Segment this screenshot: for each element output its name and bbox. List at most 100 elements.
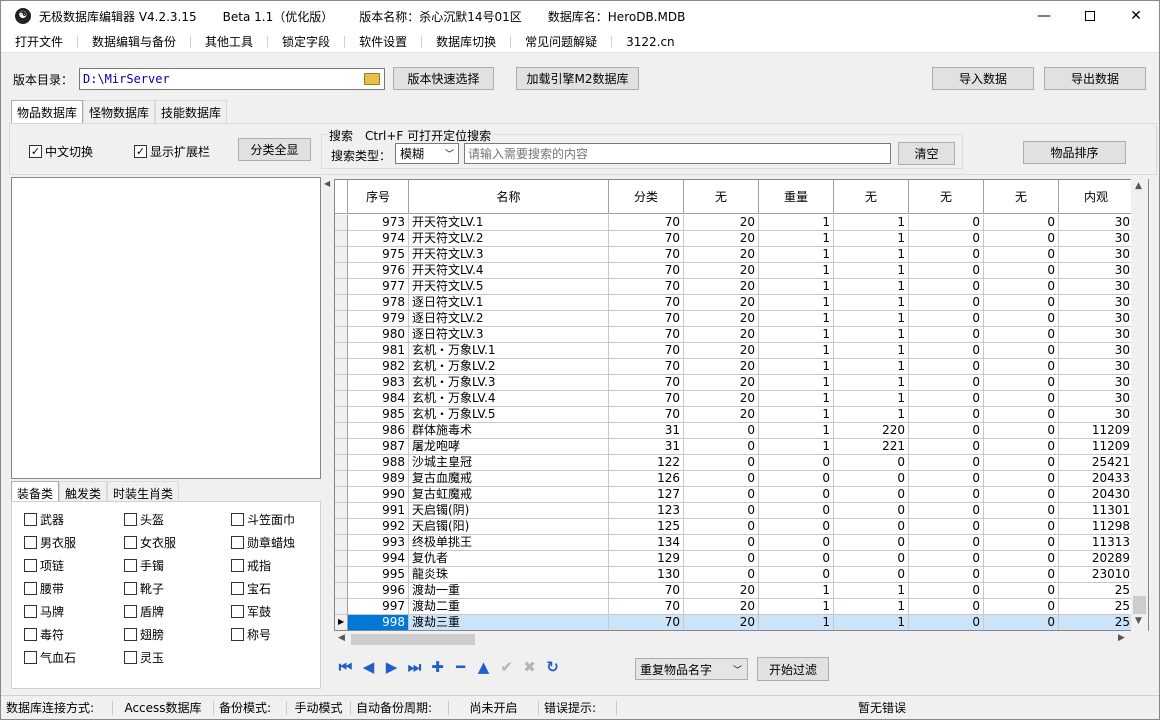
table-cell[interactable]: 31: [609, 439, 684, 455]
search-type-select[interactable]: 模糊 ﹀: [395, 143, 459, 164]
column-header[interactable]: 名称: [409, 180, 609, 214]
table-row[interactable]: 995 龍炎珠 130 0 0 0 0 0 23010: [348, 567, 1134, 583]
table-cell[interactable]: 11298: [1059, 519, 1134, 535]
table-cell[interactable]: 122: [609, 455, 684, 471]
cancel-record-button[interactable]: ✖: [518, 655, 541, 679]
table-cell[interactable]: 1: [759, 359, 834, 375]
table-cell[interactable]: 1: [834, 343, 909, 359]
table-cell[interactable]: 0: [984, 247, 1059, 263]
table-cell[interactable]: 0: [984, 327, 1059, 343]
table-cell[interactable]: 20: [684, 615, 759, 630]
table-row[interactable]: 974 开天符文LV.2 70 20 1 1 0 0 30: [348, 231, 1134, 247]
edit-record-button[interactable]: ▲: [472, 655, 495, 679]
table-cell[interactable]: 0: [909, 551, 984, 567]
table-cell[interactable]: 70: [609, 359, 684, 375]
table-cell[interactable]: 0: [909, 487, 984, 503]
table-cell[interactable]: 989: [348, 471, 409, 487]
table-cell[interactable]: 977: [348, 279, 409, 295]
show-all-categories-button[interactable]: 分类全显: [238, 138, 311, 161]
table-cell[interactable]: 龍炎珠: [409, 567, 609, 583]
import-button[interactable]: 导入数据: [932, 67, 1034, 90]
table-cell[interactable]: 逐日符文LV.3: [409, 327, 609, 343]
column-header[interactable]: 序号: [348, 180, 409, 214]
table-cell[interactable]: 20: [684, 295, 759, 311]
table-row[interactable]: 993 终极单挑王 134 0 0 0 0 0 11313: [348, 535, 1134, 551]
table-cell[interactable]: 玄机・万象LV.5: [409, 407, 609, 423]
table-row[interactable]: 988 沙城主皇冠 122 0 0 0 0 0 25421: [348, 455, 1134, 471]
table-cell[interactable]: 221: [834, 439, 909, 455]
row-selector[interactable]: [335, 391, 348, 407]
table-cell[interactable]: 0: [759, 455, 834, 471]
category-checkbox[interactable]: 勋章蜡烛: [231, 534, 295, 551]
row-selector[interactable]: [335, 535, 348, 551]
table-cell[interactable]: 0: [984, 359, 1059, 375]
table-cell[interactable]: 25: [1059, 599, 1134, 615]
table-cell[interactable]: 31: [609, 423, 684, 439]
table-cell[interactable]: 0: [909, 423, 984, 439]
start-filter-button[interactable]: 开始过滤: [757, 657, 829, 681]
maximize-button[interactable]: [1067, 1, 1113, 31]
table-cell[interactable]: 220: [834, 423, 909, 439]
table-cell[interactable]: 996: [348, 583, 409, 599]
table-cell[interactable]: 0: [984, 567, 1059, 583]
row-selector[interactable]: [335, 567, 348, 583]
table-cell[interactable]: 978: [348, 295, 409, 311]
table-cell[interactable]: 20: [684, 583, 759, 599]
table-cell[interactable]: 0: [909, 231, 984, 247]
table-cell[interactable]: 1: [759, 279, 834, 295]
table-cell[interactable]: 0: [909, 535, 984, 551]
table-row[interactable]: 985 玄机・万象LV.5 70 20 1 1 0 0 30: [348, 407, 1134, 423]
table-cell[interactable]: 0: [909, 455, 984, 471]
table-cell[interactable]: 980: [348, 327, 409, 343]
table-cell[interactable]: 0: [984, 551, 1059, 567]
table-cell[interactable]: 70: [609, 407, 684, 423]
table-cell[interactable]: 0: [984, 391, 1059, 407]
table-cell[interactable]: 1: [759, 599, 834, 615]
table-cell[interactable]: 1: [834, 311, 909, 327]
table-cell[interactable]: 0: [984, 263, 1059, 279]
row-selector[interactable]: [335, 407, 348, 423]
export-button[interactable]: 导出数据: [1044, 67, 1146, 90]
table-cell[interactable]: 30: [1059, 231, 1134, 247]
table-cell[interactable]: 0: [834, 471, 909, 487]
table-cell[interactable]: 70: [609, 295, 684, 311]
clear-button[interactable]: 清空: [898, 142, 955, 165]
table-cell[interactable]: 1: [759, 391, 834, 407]
table-cell[interactable]: 开天符文LV.3: [409, 247, 609, 263]
table-cell[interactable]: 1: [834, 215, 909, 231]
row-selector[interactable]: [335, 215, 348, 231]
table-cell[interactable]: 0: [909, 567, 984, 583]
row-selector[interactable]: [335, 423, 348, 439]
table-cell[interactable]: 976: [348, 263, 409, 279]
minimize-button[interactable]: —: [1021, 1, 1067, 31]
table-cell[interactable]: 0: [684, 487, 759, 503]
table-cell[interactable]: 30: [1059, 311, 1134, 327]
table-cell[interactable]: 0: [759, 567, 834, 583]
table-cell[interactable]: 1: [834, 231, 909, 247]
table-cell[interactable]: 975: [348, 247, 409, 263]
row-selector[interactable]: [335, 247, 348, 263]
table-cell[interactable]: 1: [759, 407, 834, 423]
table-row[interactable]: 979 逐日符文LV.2 70 20 1 1 0 0 30: [348, 311, 1134, 327]
duplicate-filter-select[interactable]: 重复物品名字 ﹀: [635, 658, 748, 680]
table-cell[interactable]: 126: [609, 471, 684, 487]
table-cell[interactable]: 23010: [1059, 567, 1134, 583]
table-cell[interactable]: 0: [684, 535, 759, 551]
table-cell[interactable]: 20: [684, 263, 759, 279]
table-row[interactable]: 973 开天符文LV.1 70 20 1 1 0 0 30: [348, 215, 1134, 231]
table-cell[interactable]: 0: [984, 423, 1059, 439]
chinese-switch-checkbox[interactable]: ✓ 中文切换: [29, 143, 93, 160]
table-cell[interactable]: 0: [984, 375, 1059, 391]
table-cell[interactable]: 123: [609, 503, 684, 519]
table-cell[interactable]: 0: [909, 375, 984, 391]
table-cell[interactable]: 渡劫一重: [409, 583, 609, 599]
table-cell[interactable]: 70: [609, 215, 684, 231]
row-selector[interactable]: [335, 583, 348, 599]
table-cell[interactable]: 0: [684, 423, 759, 439]
row-selector[interactable]: [335, 551, 348, 567]
table-cell[interactable]: 0: [834, 535, 909, 551]
table-cell[interactable]: 1: [759, 311, 834, 327]
add-record-button[interactable]: ✚: [426, 655, 449, 679]
table-row[interactable]: 990 复古虹魔戒 127 0 0 0 0 0 20430: [348, 487, 1134, 503]
table-cell[interactable]: 20: [684, 359, 759, 375]
